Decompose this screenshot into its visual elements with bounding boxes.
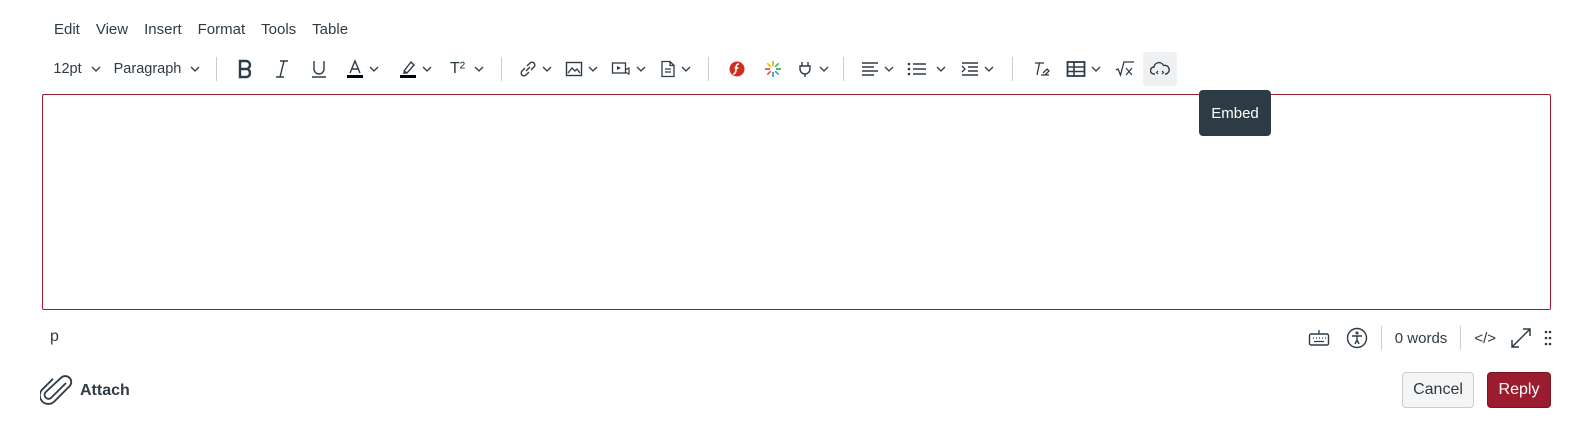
media-icon: [611, 62, 630, 75]
statusbar-divider: [1380, 326, 1382, 350]
font-size-select[interactable]: 12pt: [46, 52, 108, 86]
underline-icon: [312, 61, 326, 78]
flash-icon: [729, 61, 745, 77]
chevron-down-icon: [1091, 66, 1100, 72]
word-count[interactable]: 0 words: [1395, 330, 1448, 347]
cancel-button[interactable]: Cancel: [1402, 372, 1474, 408]
chevron-down-icon: [422, 66, 431, 72]
chevron-down-icon: [936, 66, 945, 72]
embed-icon: [1150, 61, 1170, 75]
chevron-down-icon: [474, 66, 484, 72]
menu-table[interactable]: Table: [304, 18, 356, 42]
chevron-down-icon: [588, 66, 597, 72]
html-editor-toggle[interactable]: </>: [1474, 330, 1496, 347]
menu-view[interactable]: View: [88, 18, 136, 42]
toolbar-divider: [843, 57, 844, 81]
text-color-button[interactable]: [337, 52, 387, 86]
bold-button[interactable]: [227, 52, 263, 86]
keyboard-icon: [1308, 330, 1329, 346]
block-format-select[interactable]: Paragraph: [108, 52, 206, 86]
link-icon: [519, 61, 536, 77]
drag-handle-icon: [1544, 330, 1552, 346]
chevron-down-icon: [190, 66, 200, 72]
font-size-value: 12pt: [53, 61, 82, 77]
accessibility-icon: [1346, 327, 1367, 349]
accessibility-checker-button[interactable]: [1346, 327, 1368, 349]
toolbar-divider: [216, 57, 217, 81]
indent-button[interactable]: [952, 52, 1002, 86]
italic-button[interactable]: [263, 52, 301, 86]
text-color-icon: [346, 59, 363, 78]
chevron-down-icon: [636, 66, 645, 72]
menu-tools[interactable]: Tools: [253, 18, 304, 42]
toolbar-divider: [1012, 57, 1013, 81]
embed-tooltip: Embed: [1199, 90, 1271, 136]
menu-insert[interactable]: Insert: [136, 18, 190, 42]
rich-text-editor-area[interactable]: [42, 94, 1551, 310]
chevron-down-icon: [91, 66, 101, 72]
chevron-down-icon: [681, 66, 690, 72]
chevron-down-icon: [369, 66, 378, 72]
statusbar-divider: [1460, 326, 1462, 350]
document-button[interactable]: [652, 52, 698, 86]
table-icon: [1066, 61, 1085, 77]
expand-icon: [1511, 328, 1531, 348]
image-icon: [565, 61, 582, 77]
italic-icon: [276, 60, 288, 78]
editor-toolbar: 12pt Paragraph T²: [46, 52, 1177, 86]
menubar: Edit View Insert Format Tools Table: [46, 18, 356, 42]
menu-edit[interactable]: Edit: [46, 18, 88, 42]
media-button[interactable]: [604, 52, 652, 86]
clear-formatting-button[interactable]: [1023, 52, 1059, 86]
toolbar-divider: [501, 57, 502, 81]
apps-icon: [765, 61, 781, 77]
attach-label: Attach: [80, 382, 130, 399]
align-button[interactable]: [854, 52, 900, 86]
superscript-icon: T²: [449, 60, 466, 77]
keyboard-shortcuts-button[interactable]: [1308, 329, 1330, 347]
toolbar-divider: [708, 57, 709, 81]
document-icon: [660, 60, 675, 78]
highlight-color-button[interactable]: [387, 52, 443, 86]
element-path[interactable]: p: [50, 328, 59, 346]
statusbar-right: 0 words </>: [1308, 322, 1552, 354]
reply-button[interactable]: Reply: [1487, 372, 1551, 408]
math-icon: [1115, 61, 1134, 78]
clear-format-icon: [1035, 62, 1050, 76]
paperclip-icon: [40, 375, 73, 405]
link-button[interactable]: [512, 52, 558, 86]
block-format-value: Paragraph: [113, 61, 182, 77]
table-button[interactable]: [1059, 52, 1107, 86]
math-equation-button[interactable]: [1107, 52, 1143, 86]
superscript-button[interactable]: T²: [443, 52, 491, 86]
indent-icon: [961, 62, 978, 76]
highlight-icon: [399, 60, 416, 78]
apps-button[interactable]: [755, 52, 791, 86]
bullet-list-button[interactable]: [900, 52, 952, 86]
chevron-down-icon: [542, 66, 551, 72]
bullet-list-icon: [907, 62, 926, 76]
attach-button[interactable]: Attach: [40, 374, 130, 408]
chevron-down-icon: [884, 66, 893, 72]
align-icon: [861, 62, 878, 76]
chevron-down-icon: [819, 66, 828, 72]
flash-button[interactable]: [719, 52, 755, 86]
image-button[interactable]: [558, 52, 604, 86]
bold-icon: [238, 59, 252, 79]
plugin-icon: [798, 62, 811, 77]
menu-format[interactable]: Format: [190, 18, 254, 42]
chevron-down-icon: [984, 66, 993, 72]
plugin-button[interactable]: [791, 52, 833, 86]
editor-statusbar: p 0 words </>: [42, 322, 1552, 354]
fullscreen-button[interactable]: [1510, 327, 1532, 349]
underline-button[interactable]: [301, 52, 337, 86]
resize-handle[interactable]: [1544, 329, 1552, 347]
embed-button[interactable]: [1143, 52, 1177, 86]
